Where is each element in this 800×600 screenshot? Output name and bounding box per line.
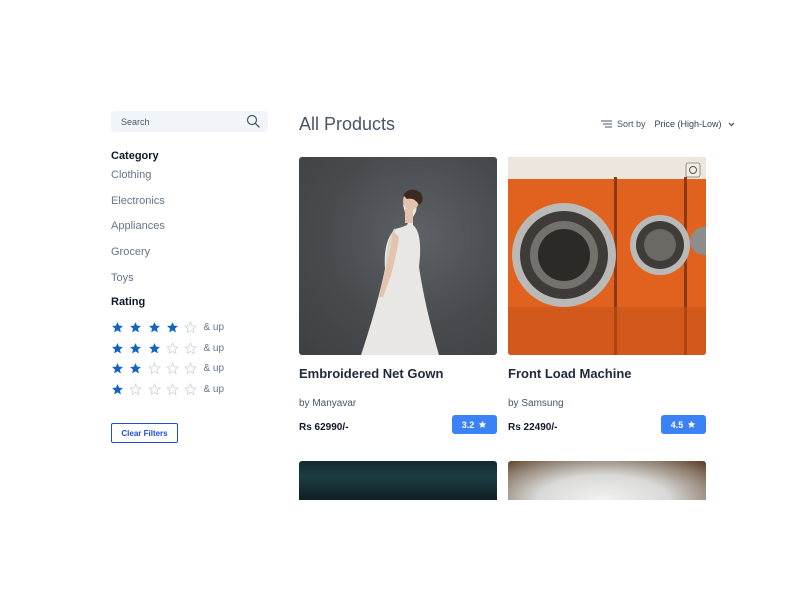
filters-sidebar: Category Clothing Electronics Appliances… (111, 111, 268, 444)
rating-filter-label: & up (203, 342, 225, 354)
category-item-clothing[interactable]: Clothing (111, 163, 268, 189)
rating-badge: 4.5 (661, 415, 706, 434)
star-outline-icon (184, 382, 198, 396)
product-card[interactable] (299, 461, 497, 500)
category-list: Clothing Electronics Appliances Grocery … (111, 163, 268, 291)
rating-badge: 3.2 (452, 415, 497, 434)
category-item-grocery[interactable]: Grocery (111, 240, 268, 266)
star-filled-icon (166, 321, 179, 334)
rating-value: 4.5 (670, 419, 684, 430)
star-filled-icon (129, 362, 142, 375)
product-card[interactable]: Front Load Machine by Samsung Rs 22490/-… (508, 157, 706, 434)
star-filled-icon (111, 362, 124, 375)
rating-filter-list: & up & up & up & up (111, 317, 268, 399)
product-name[interactable]: Front Load Machine (508, 366, 632, 381)
rating-filter-3-up[interactable]: & up (111, 338, 268, 359)
star-outline-icon (147, 362, 161, 375)
star-icon (688, 420, 696, 428)
rating-heading: Rating (111, 296, 146, 309)
star-outline-icon (184, 341, 198, 355)
category-item-appliances[interactable]: Appliances (111, 214, 268, 240)
star-filled-icon (129, 321, 142, 334)
sort-label: Sort by (617, 119, 646, 129)
rating-filter-1-up[interactable]: & up (111, 379, 268, 400)
sort-select[interactable]: Price (High-Low) (655, 119, 722, 129)
star-filled-icon (111, 383, 124, 396)
rating-filter-4-up[interactable]: & up (111, 317, 268, 338)
star-outline-icon (184, 362, 198, 375)
search-input[interactable] (111, 111, 241, 132)
star-filled-icon (129, 342, 142, 355)
chevron-down-icon[interactable] (728, 122, 735, 127)
clear-filters-button[interactable]: Clear Filters (111, 423, 178, 444)
star-filled-icon (148, 321, 161, 334)
product-brand: by Manyavar (299, 398, 357, 409)
search-icon[interactable] (246, 114, 260, 128)
product-price: Rs 22490/- (508, 422, 558, 433)
product-image[interactable] (299, 461, 497, 500)
category-heading: Category (111, 150, 159, 162)
sort-icon (601, 120, 612, 128)
star-filled-icon (111, 321, 124, 334)
star-filled-icon (148, 342, 161, 355)
star-outline-icon (165, 341, 179, 355)
category-item-electronics[interactable]: Electronics (111, 189, 268, 215)
rating-value: 3.2 (461, 419, 475, 430)
sort-control[interactable]: Sort by Price (High-Low) (601, 119, 735, 129)
product-image-gown[interactable] (299, 157, 497, 355)
rating-filter-label: & up (203, 383, 225, 395)
page-title: All Products (299, 114, 396, 134)
star-outline-icon (165, 382, 179, 396)
gown-photo (361, 189, 439, 355)
product-price: Rs 62990/- (299, 422, 349, 433)
search-box (111, 111, 268, 132)
product-card[interactable] (508, 461, 706, 500)
product-image[interactable] (508, 461, 706, 500)
product-card[interactable]: Embroidered Net Gown by Manyavar Rs 6299… (299, 157, 497, 434)
rating-filter-label: & up (203, 363, 225, 375)
star-icon (479, 420, 487, 428)
star-outline-icon (147, 382, 161, 396)
star-filled-icon (111, 342, 124, 355)
product-image-washing-machine[interactable] (508, 157, 706, 355)
rating-filter-2-up[interactable]: & up (111, 358, 268, 379)
product-name[interactable]: Embroidered Net Gown (299, 366, 443, 381)
rating-filter-label: & up (203, 322, 225, 334)
product-brand: by Samsung (508, 398, 564, 409)
category-item-toys[interactable]: Toys (111, 266, 268, 292)
washing-machine-photo (508, 157, 706, 355)
star-outline-icon (184, 321, 198, 334)
star-outline-icon (129, 382, 143, 396)
star-outline-icon (165, 362, 179, 375)
